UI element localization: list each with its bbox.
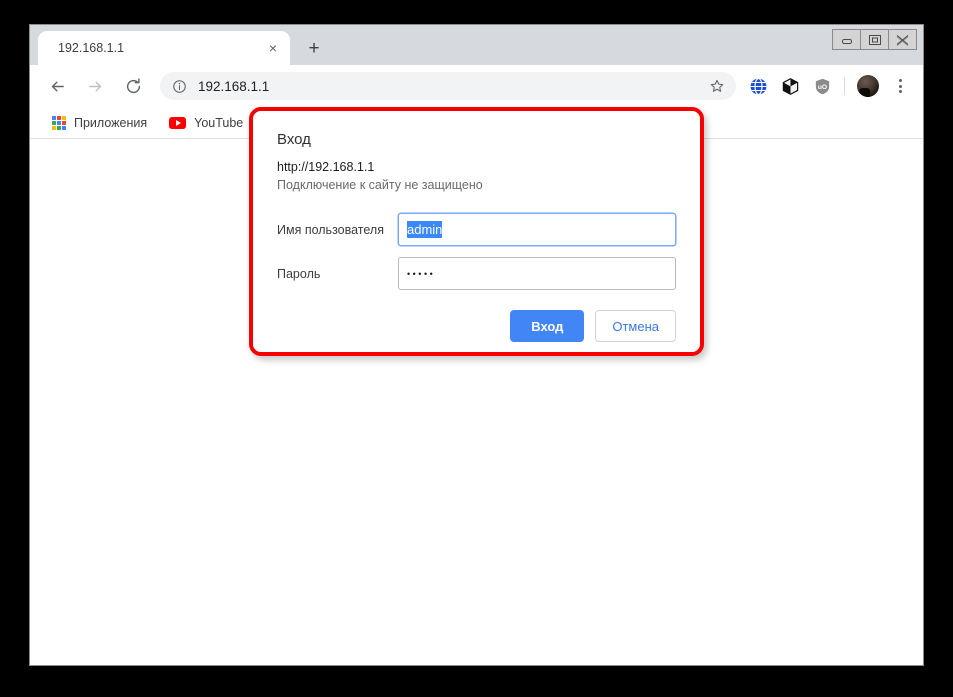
- dialog-title: Вход: [277, 131, 676, 148]
- reload-icon[interactable]: [118, 71, 148, 101]
- page-content: Вход http://192.168.1.1 Подключение к са…: [30, 139, 923, 663]
- address-bar-url: 192.168.1.1: [198, 79, 704, 94]
- username-input[interactable]: admin: [398, 213, 676, 246]
- bookmark-youtube-label: YouTube: [194, 116, 243, 130]
- menu-dot: [899, 79, 902, 82]
- cube-icon[interactable]: [777, 73, 803, 99]
- bookmark-youtube[interactable]: YouTube: [161, 111, 251, 135]
- chrome-menu-icon[interactable]: [887, 73, 913, 99]
- forward-icon[interactable]: [80, 71, 110, 101]
- window-controls: [833, 29, 917, 50]
- username-value: admin: [407, 221, 442, 238]
- minimize-button[interactable]: [832, 29, 861, 50]
- apps-grid-icon: [52, 116, 66, 130]
- youtube-icon: [169, 117, 186, 129]
- address-bar[interactable]: 192.168.1.1: [160, 72, 736, 100]
- star-icon[interactable]: [704, 73, 730, 99]
- svg-text:uO: uO: [817, 83, 826, 90]
- username-label: Имя пользователя: [277, 223, 398, 237]
- browser-toolbar: 192.168.1.1 uO: [30, 65, 923, 107]
- menu-dot: [899, 90, 902, 93]
- back-icon[interactable]: [42, 71, 72, 101]
- bookmark-apps[interactable]: Приложения: [44, 111, 155, 135]
- toolbar-divider: [844, 77, 845, 95]
- password-value: •••••: [407, 269, 435, 279]
- dialog-security-note: Подключение к сайту не защищено: [277, 178, 676, 192]
- new-tab-icon[interactable]: +: [300, 34, 328, 62]
- close-button[interactable]: [888, 29, 917, 50]
- tab-title: 192.168.1.1: [58, 41, 262, 55]
- browser-tab-active[interactable]: 192.168.1.1 ×: [38, 31, 290, 65]
- shield-icon[interactable]: uO: [809, 73, 835, 99]
- auth-dialog: Вход http://192.168.1.1 Подключение к са…: [253, 111, 700, 352]
- username-field-row: Имя пользователя admin: [277, 213, 676, 246]
- cancel-button[interactable]: Отмена: [595, 310, 676, 342]
- avatar[interactable]: [857, 75, 879, 97]
- password-label: Пароль: [277, 267, 398, 281]
- dialog-actions: Вход Отмена: [277, 310, 676, 342]
- password-input[interactable]: •••••: [398, 257, 676, 290]
- info-circle-icon[interactable]: [170, 77, 188, 95]
- password-field-row: Пароль •••••: [277, 257, 676, 290]
- menu-dot: [899, 85, 902, 88]
- close-icon[interactable]: ×: [262, 37, 284, 59]
- browser-window: 192.168.1.1 × +: [30, 25, 923, 665]
- highlight-annotation: Вход http://192.168.1.1 Подключение к са…: [249, 107, 704, 356]
- tab-strip: 192.168.1.1 × +: [30, 25, 923, 65]
- globe-icon[interactable]: [745, 73, 771, 99]
- maximize-button[interactable]: [860, 29, 889, 50]
- bookmark-apps-label: Приложения: [74, 116, 147, 130]
- dialog-url: http://192.168.1.1: [277, 160, 676, 174]
- login-button[interactable]: Вход: [510, 310, 584, 342]
